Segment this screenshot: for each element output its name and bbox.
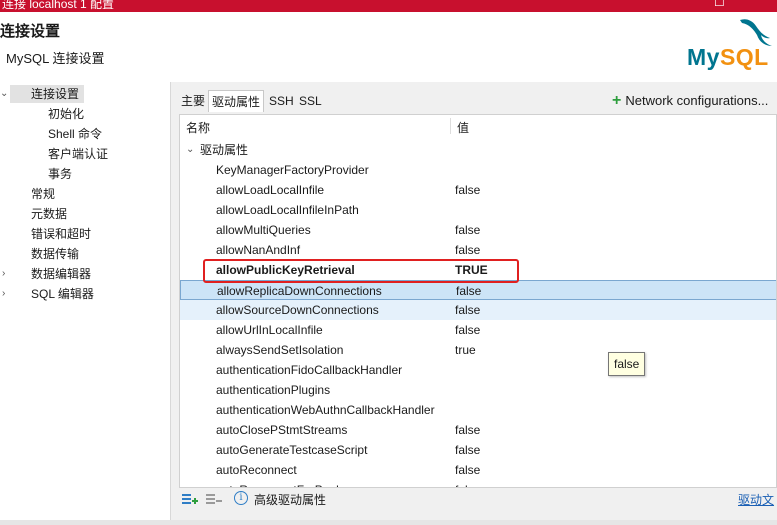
property-value[interactable]: false xyxy=(455,220,480,240)
tree-item-shell-commands[interactable]: Shell 命令 xyxy=(48,125,102,143)
table-row[interactable]: allowNanAndInf false xyxy=(180,240,776,260)
property-value[interactable]: false xyxy=(455,420,480,440)
page-subtitle: MySQL 连接设置 xyxy=(6,51,105,66)
dialog-header: 连接设置 MySQL 连接设置 MySQL xyxy=(0,12,777,82)
table-row[interactable]: allowUrlInLocalInfile false xyxy=(180,320,776,340)
tree-item-client-auth[interactable]: 客户端认证 xyxy=(48,145,108,163)
property-name: authenticationPlugins xyxy=(216,383,331,397)
tab-main[interactable]: 主要 xyxy=(178,90,208,112)
info-icon: i xyxy=(234,491,248,505)
property-name: authenticationWebAuthnCallbackHandler xyxy=(216,403,435,417)
property-name: allowLoadLocalInfile xyxy=(216,183,325,197)
chevron-down-icon[interactable]: ⌄ xyxy=(186,140,194,160)
property-name: allowLoadLocalInfileInPath xyxy=(216,203,359,217)
table-row[interactable]: alwaysSendSetIsolation true xyxy=(180,340,776,360)
table-row[interactable]: authenticationWebAuthnCallbackHandler xyxy=(180,400,776,420)
column-header-name[interactable]: 名称 xyxy=(186,119,210,136)
tree-item-metadata[interactable]: 元数据 xyxy=(31,205,67,223)
property-name: KeyManagerFactoryProvider xyxy=(216,163,369,177)
tab-strip: 主要 驱动属性 SSH SSL + Network configurations.… xyxy=(174,90,777,112)
value-tooltip: false xyxy=(608,352,646,376)
tree-item-transactions[interactable]: 事务 xyxy=(48,165,72,183)
plus-icon: + xyxy=(612,92,622,109)
remove-property-icon[interactable] xyxy=(205,491,223,507)
table-row[interactable]: allowMultiQueries false xyxy=(180,220,776,240)
table-row[interactable]: autoReconnectForPools false xyxy=(180,480,776,487)
maximize-button[interactable]: ☐ xyxy=(714,0,725,9)
property-value[interactable]: false xyxy=(455,320,480,340)
mysql-logo: MySQL xyxy=(684,16,777,78)
properties-toolbar: i 高级驱动属性 驱动文 xyxy=(174,488,777,510)
tree-item-init[interactable]: 初始化 xyxy=(48,105,84,123)
property-value[interactable]: false xyxy=(455,300,480,320)
property-name: allowSourceDownConnections xyxy=(216,303,379,317)
settings-tree: ⌄ 连接设置 初始化 Shell 命令 客户端认证 事务 常规 元数据 错误和超… xyxy=(0,82,171,520)
column-divider[interactable] xyxy=(450,118,451,134)
property-name: autoClosePStmtStreams xyxy=(216,423,348,437)
chevron-right-icon[interactable]: › xyxy=(2,265,5,283)
table-row[interactable]: allowLoadLocalInfileInPath xyxy=(180,200,776,220)
page-title: 连接设置 xyxy=(0,23,61,40)
add-property-icon[interactable] xyxy=(181,491,199,507)
property-name: autoReconnectForPools xyxy=(216,480,345,487)
network-configurations-button[interactable]: + Network configurations... xyxy=(612,92,768,110)
table-row[interactable]: authenticationPlugins xyxy=(180,380,776,400)
tab-ssl[interactable]: SSL xyxy=(296,90,325,112)
property-value[interactable]: false xyxy=(456,281,481,301)
property-name: autoGenerateTestcaseScript xyxy=(216,443,368,457)
advanced-driver-properties-label: 高级驱动属性 xyxy=(254,493,327,507)
tree-item-connection-settings[interactable]: 连接设置 xyxy=(10,85,84,103)
logo-sql: SQL xyxy=(719,44,769,70)
property-name: alwaysSendSetIsolation xyxy=(216,343,344,357)
tree-item-sql-editor[interactable]: SQL 编辑器 xyxy=(31,285,94,303)
table-row[interactable]: KeyManagerFactoryProvider xyxy=(180,160,776,180)
chevron-down-icon[interactable]: ⌄ xyxy=(0,85,8,103)
logo-my: My xyxy=(687,44,720,70)
table-row-selected[interactable]: allowReplicaDownConnections false xyxy=(180,280,776,301)
table-row[interactable]: allowLoadLocalInfile false xyxy=(180,180,776,200)
chevron-right-icon[interactable]: › xyxy=(2,285,5,303)
main-panel: 主要 驱动属性 SSH SSL + Network configurations.… xyxy=(174,82,777,520)
group-row-driver-properties[interactable]: ⌄ 驱动属性 xyxy=(180,140,776,160)
driver-properties-table: 名称 值 ⌄ 驱动属性 KeyManagerFactoryProvider al… xyxy=(179,114,777,488)
bottom-edge xyxy=(0,520,777,525)
property-name: autoReconnect xyxy=(216,463,297,477)
window-title: 连接 localhost 1 配置 xyxy=(2,0,115,11)
property-name: allowNanAndInf xyxy=(216,243,301,257)
table-row-hover[interactable]: allowSourceDownConnections false xyxy=(180,300,776,320)
property-value[interactable]: false xyxy=(455,180,480,200)
property-value[interactable]: false xyxy=(455,240,480,260)
tree-item-data-transfer[interactable]: 数据传输 xyxy=(31,245,79,263)
property-value[interactable]: false xyxy=(455,460,480,480)
tab-ssh[interactable]: SSH xyxy=(266,90,297,112)
highlight-annotation xyxy=(203,259,519,283)
table-row[interactable]: autoClosePStmtStreams false xyxy=(180,420,776,440)
tree-item-data-editor[interactable]: 数据编辑器 xyxy=(31,265,91,283)
table-row[interactable]: autoGenerateTestcaseScript false xyxy=(180,440,776,460)
property-name: authenticationFidoCallbackHandler xyxy=(216,363,403,377)
property-value[interactable]: true xyxy=(455,340,476,360)
column-header-value[interactable]: 值 xyxy=(457,119,469,136)
driver-docs-link[interactable]: 驱动文 xyxy=(738,491,774,508)
property-name: allowUrlInLocalInfile xyxy=(216,323,323,337)
property-name: allowMultiQueries xyxy=(216,223,311,237)
table-row[interactable]: autoReconnect false xyxy=(180,460,776,480)
property-value[interactable]: false xyxy=(455,440,480,460)
tree-item-errors-timeouts[interactable]: 错误和超时 xyxy=(31,225,91,243)
tab-driver-properties[interactable]: 驱动属性 xyxy=(208,90,265,112)
tree-item-general[interactable]: 常规 xyxy=(31,185,55,203)
table-row[interactable]: authenticationFidoCallbackHandler xyxy=(180,360,776,380)
network-configurations-label: Network configurations... xyxy=(625,93,769,108)
property-name: allowReplicaDownConnections xyxy=(217,284,382,298)
window-titlebar: 连接 localhost 1 配置 ☐ xyxy=(0,0,777,12)
group-label: 驱动属性 xyxy=(200,143,249,157)
property-value[interactable]: false xyxy=(455,480,480,487)
